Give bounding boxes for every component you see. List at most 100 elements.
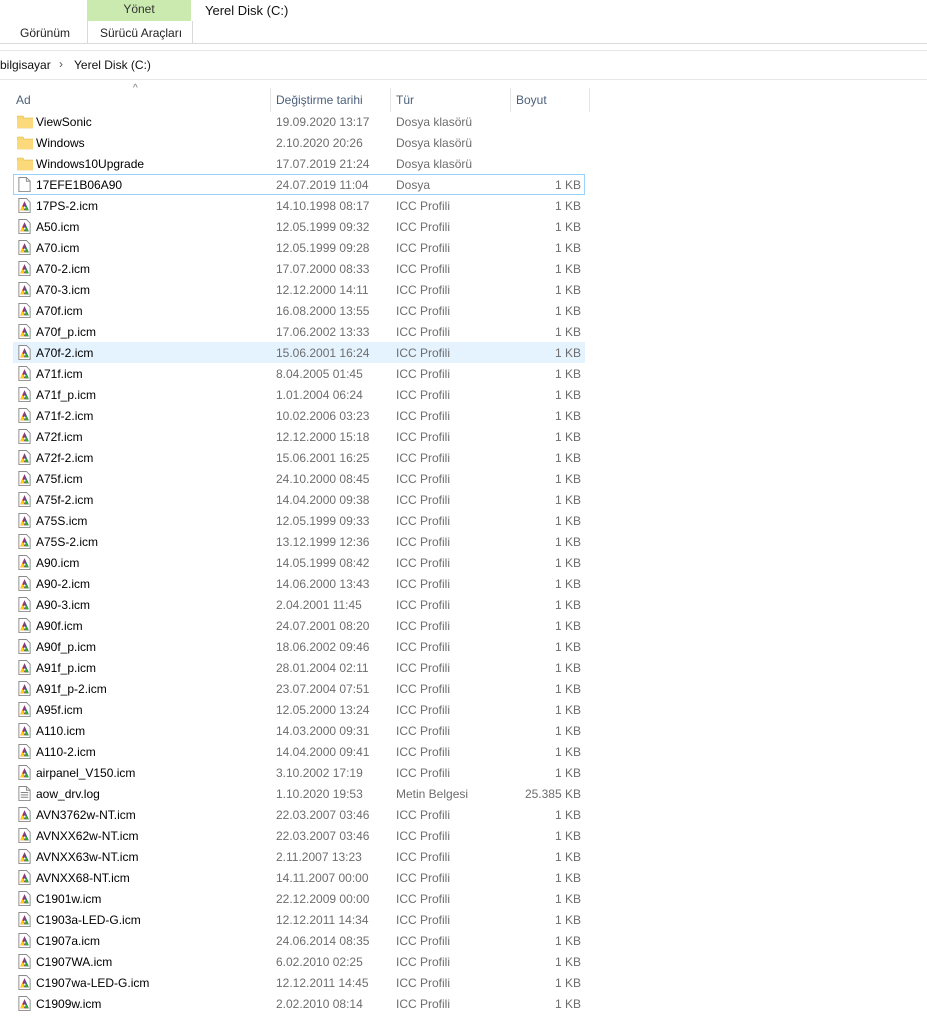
- file-row[interactable]: Windows10Upgrade 17.07.2019 21:24 Dosya kl…: [13, 153, 585, 174]
- file-row[interactable]: A71f.icm 8.04.2005 01:45 ICC Profili 1 KB: [13, 363, 585, 384]
- file-row[interactable]: C1907WA.icm 6.02.2010 02:25 ICC Profili 1 K…: [13, 951, 585, 972]
- file-date: 14.05.1999 08:42: [276, 556, 370, 570]
- file-size: 1 KB: [554, 304, 581, 318]
- file-name: A90-2.icm: [36, 577, 91, 591]
- file-size: 1 KB: [554, 619, 581, 633]
- file-row[interactable]: C1901w.icm 22.12.2009 00:00 ICC Profili 1 K…: [13, 888, 585, 909]
- file-row[interactable]: C1903a-LED-G.icm 12.12.2011 14:34 ICC Prof…: [13, 909, 585, 930]
- file-type: Dosya: [396, 178, 431, 192]
- breadcrumb-this-pc[interactable]: bilgisayar: [0, 58, 51, 72]
- tab-view[interactable]: Görünüm: [20, 26, 70, 40]
- column-type[interactable]: Tür: [396, 93, 414, 107]
- file-row[interactable]: C1907wa-LED-G.icm 12.12.2011 14:45 ICC Pro…: [13, 972, 585, 993]
- file-row[interactable]: A71f_p.icm 1.01.2004 06:24 ICC Profili 1 KB: [13, 384, 585, 405]
- file-size: 25.385 KB: [524, 787, 581, 801]
- file-name: A72f.icm: [36, 430, 83, 444]
- file-type: Dosya klasörü: [396, 115, 473, 129]
- file-row[interactable]: A95f.icm 12.05.2000 13:24 ICC Profili 1 KB: [13, 699, 585, 720]
- file-row[interactable]: A110.icm 14.03.2000 09:31 ICC Profili 1 KB: [13, 720, 585, 741]
- file-size: 1 KB: [554, 430, 581, 444]
- file-row[interactable]: ViewSonic 19.09.2020 13:17 Dosya klasörü: [13, 111, 585, 132]
- file-type: ICC Profili: [396, 955, 451, 969]
- file-name: AVNXX68-NT.icm: [36, 871, 130, 885]
- tab-drive-tools[interactable]: Sürücü Araçları: [100, 26, 182, 40]
- column-size[interactable]: Boyut: [516, 93, 547, 107]
- address-bar[interactable]: bilgisayar › Yerel Disk (C:): [0, 51, 927, 79]
- file-type: ICC Profili: [396, 220, 451, 234]
- file-name: A75f-2.icm: [36, 493, 94, 507]
- file-row[interactable]: A70.icm 12.05.1999 09:28 ICC Profili 1 KB: [13, 237, 585, 258]
- file-row[interactable]: A91f_p-2.icm 23.07.2004 07:51 ICC Profili 1…: [13, 678, 585, 699]
- file-row[interactable]: aow_drv.log 1.10.2020 19:53 Metin Belgesi 2…: [13, 783, 585, 804]
- file-date: 23.07.2004 07:51: [276, 682, 370, 696]
- file-row[interactable]: A70-2.icm 17.07.2000 08:33 ICC Profili 1 KB: [13, 258, 585, 279]
- file-type: ICC Profili: [396, 640, 451, 654]
- file-type: ICC Profili: [396, 766, 451, 780]
- file-size: 1 KB: [554, 766, 581, 780]
- file-row[interactable]: A70f-2.icm 15.06.2001 16:24 ICC Profili 1 K…: [13, 342, 585, 363]
- file-row[interactable]: A72f.icm 12.12.2000 15:18 ICC Profili 1 KB: [13, 426, 585, 447]
- column-divider[interactable]: [589, 88, 590, 112]
- file-row[interactable]: AVNXX68-NT.icm 14.11.2007 00:00 ICC Profil…: [13, 867, 585, 888]
- file-date: 17.07.2019 21:24: [276, 157, 370, 171]
- file-type: ICC Profili: [396, 850, 451, 864]
- file-row[interactable]: A70f_p.icm 17.06.2002 13:33 ICC Profili 1 K…: [13, 321, 585, 342]
- file-name: A91f_p-2.icm: [36, 682, 107, 696]
- file-row[interactable]: AVN3762w-NT.icm 22.03.2007 03:46 ICC Profi…: [13, 804, 585, 825]
- file-row[interactable]: AVNXX63w-NT.icm 2.11.2007 13:23 ICC Profil…: [13, 846, 585, 867]
- file-row[interactable]: A75f.icm 24.10.2000 08:45 ICC Profili 1 KB: [13, 468, 585, 489]
- file-type: ICC Profili: [396, 367, 451, 381]
- file-name: Windows10Upgrade: [36, 157, 145, 171]
- file-row[interactable]: A70-3.icm 12.12.2000 14:11 ICC Profili 1 KB: [13, 279, 585, 300]
- file-type: Dosya klasörü: [396, 157, 473, 171]
- file-row[interactable]: AVNXX62w-NT.icm 22.03.2007 03:46 ICC Profi…: [13, 825, 585, 846]
- breadcrumb-local-disk[interactable]: Yerel Disk (C:): [74, 58, 151, 72]
- file-date: 24.07.2001 08:20: [276, 619, 370, 633]
- file-size: 1 KB: [554, 556, 581, 570]
- file-row[interactable]: A91f_p.icm 28.01.2004 02:11 ICC Profili 1 K…: [13, 657, 585, 678]
- column-name[interactable]: Ad: [16, 93, 31, 107]
- file-date: 15.06.2001 16:24: [276, 346, 370, 360]
- file-row[interactable]: A90f_p.icm 18.06.2002 09:46 ICC Profili 1 K…: [13, 636, 585, 657]
- file-row[interactable]: C1909w.icm 2.02.2010 08:14 ICC Profili 1 KB: [13, 993, 585, 1014]
- file-name: A70f.icm: [36, 304, 83, 318]
- file-type: ICC Profili: [396, 388, 451, 402]
- file-size: 1 KB: [554, 661, 581, 675]
- file-type: ICC Profili: [396, 346, 451, 360]
- column-divider[interactable]: [270, 88, 271, 112]
- column-divider[interactable]: [390, 88, 391, 112]
- file-row[interactable]: 17EFE1B06A90 24.07.2019 11:04 Dosya 1 KB: [13, 174, 585, 195]
- file-name: A95f.icm: [36, 703, 83, 717]
- file-row[interactable]: A110-2.icm 14.04.2000 09:41 ICC Profili 1 K…: [13, 741, 585, 762]
- chevron-right-icon[interactable]: ›: [59, 57, 63, 71]
- file-date: 3.10.2002 17:19: [276, 766, 363, 780]
- file-row[interactable]: A75S-2.icm 13.12.1999 12:36 ICC Profili 1 K…: [13, 531, 585, 552]
- file-row[interactable]: A70f.icm 16.08.2000 13:55 ICC Profili 1 KB: [13, 300, 585, 321]
- file-row[interactable]: airpanel_V150.icm 3.10.2002 17:19 ICC Prof…: [13, 762, 585, 783]
- file-row[interactable]: A75S.icm 12.05.1999 09:33 ICC Profili 1 KB: [13, 510, 585, 531]
- file-row[interactable]: Windows 2.10.2020 20:26 Dosya klasörü: [13, 132, 585, 153]
- file-row[interactable]: A90-3.icm 2.04.2001 11:45 ICC Profili 1 KB: [13, 594, 585, 615]
- manage-context-tab[interactable]: Yönet: [87, 0, 191, 21]
- file-row[interactable]: C1907a.icm 24.06.2014 08:35 ICC Profili 1 K…: [13, 930, 585, 951]
- file-row[interactable]: A72f-2.icm 15.06.2001 16:25 ICC Profili 1 K…: [13, 447, 585, 468]
- file-size: 1 KB: [554, 913, 581, 927]
- column-divider[interactable]: [510, 88, 511, 112]
- file-row[interactable]: A71f-2.icm 10.02.2006 03:23 ICC Profili 1 K…: [13, 405, 585, 426]
- file-name: C1903a-LED-G.icm: [36, 913, 141, 927]
- file-name: A75S.icm: [36, 514, 88, 528]
- column-date-modified[interactable]: Değiştirme tarihi: [276, 93, 363, 107]
- file-size: 1 KB: [554, 199, 581, 213]
- file-row[interactable]: A90f.icm 24.07.2001 08:20 ICC Profili 1 KB: [13, 615, 585, 636]
- file-date: 24.06.2014 08:35: [276, 934, 370, 948]
- file-row[interactable]: A75f-2.icm 14.04.2000 09:38 ICC Profili 1 K…: [13, 489, 585, 510]
- file-row[interactable]: A90.icm 14.05.1999 08:42 ICC Profili 1 KB: [13, 552, 585, 573]
- file-name: A70f_p.icm: [36, 325, 97, 339]
- file-size: 1 KB: [554, 241, 581, 255]
- file-row[interactable]: A50.icm 12.05.1999 09:32 ICC Profili 1 KB: [13, 216, 585, 237]
- file-type: ICC Profili: [396, 577, 451, 591]
- file-row[interactable]: A90-2.icm 14.06.2000 13:43 ICC Profili 1 KB: [13, 573, 585, 594]
- file-size: 1 KB: [554, 178, 581, 192]
- file-type: ICC Profili: [396, 409, 451, 423]
- file-row[interactable]: 17PS-2.icm 14.10.1998 08:17 ICC Profili 1 K…: [13, 195, 585, 216]
